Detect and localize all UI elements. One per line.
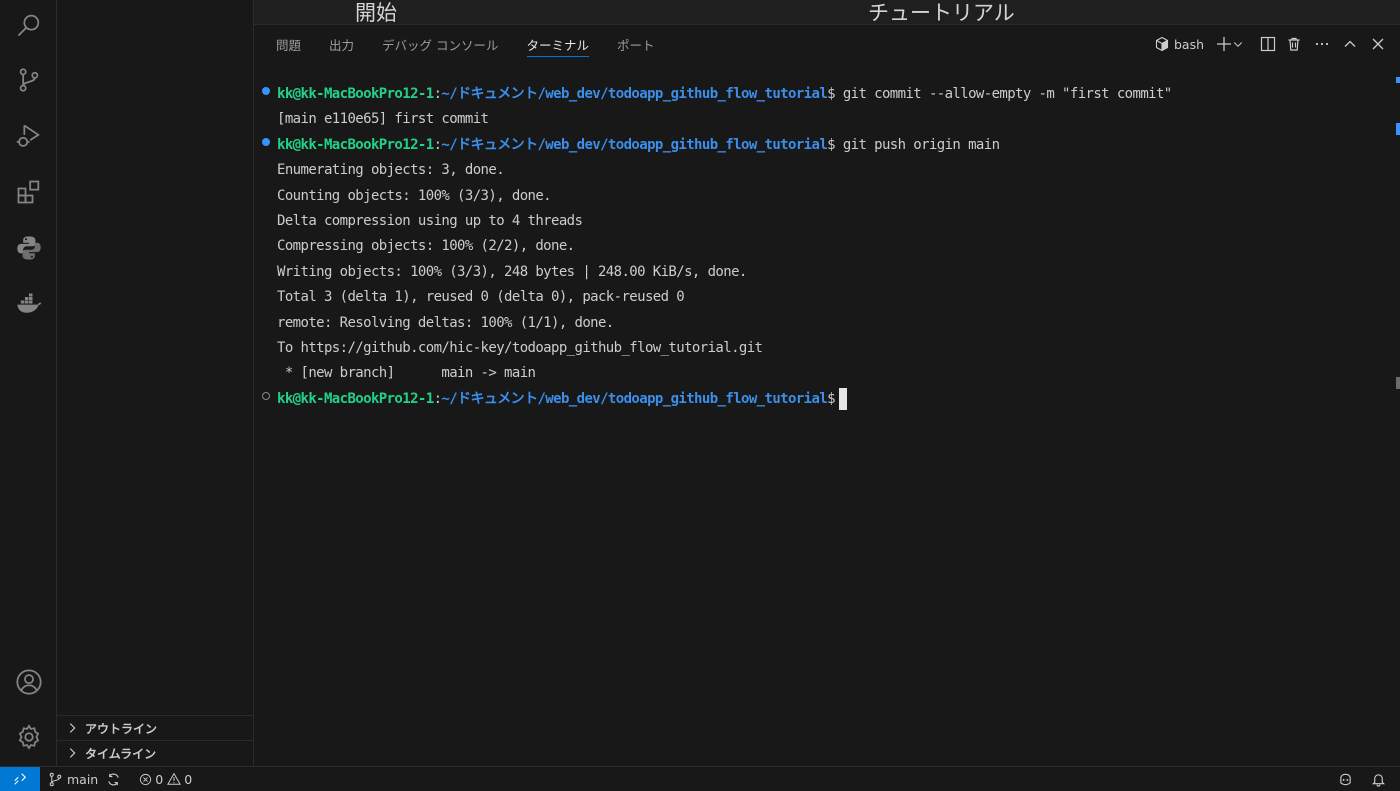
error-icon [140, 773, 152, 785]
terminal-line: kk@kk-MacBookPro12-1:~/ドキュメント/web_dev/to… [277, 133, 1000, 158]
copilot-button[interactable] [1338, 772, 1357, 787]
terminal-line: To https://github.com/hic-key/todoapp_gi… [277, 340, 763, 356]
copilot-icon [1340, 773, 1351, 786]
terminal-line: Enumerating objects: 3, done. [277, 162, 505, 179]
terminal-line: [main e110e65] first commit [277, 111, 489, 128]
scrollbar-marker [1396, 377, 1400, 389]
terminal-line: * [new branch] main -> main [277, 365, 536, 382]
terminal-line: remote: Resolving deltas: 100% (1/1), do… [277, 314, 614, 331]
launch-profile-dropdown[interactable] [1232, 33, 1244, 55]
branch-indicator[interactable]: main [48, 772, 98, 787]
timeline-section-header[interactable]: タイムライン [57, 740, 253, 765]
prompt-path: ~/ドキュメント/web_dev/todoapp_github_flow_tut… [441, 86, 828, 102]
kill-terminal-button[interactable] [1286, 33, 1302, 55]
command-success-decoration[interactable] [262, 138, 270, 146]
bottom-panel: 問題 出力 デバッグ コンソール ターミナル ポート bash kk@kk-Ma… [254, 24, 1400, 766]
tab-terminal[interactable]: ターミナル [526, 25, 589, 63]
manage-gear-icon[interactable] [0, 715, 57, 759]
editor-area: 開始 チュートリアル [254, 0, 1400, 24]
prompt-dollar: $ [827, 136, 835, 153]
prompt-user: kk@kk-MacBookPro12-1 [277, 86, 434, 102]
terminal-cube-icon [1155, 36, 1169, 52]
tab-debug-console[interactable]: デバッグ コンソール [382, 25, 498, 63]
command-pending-decoration[interactable] [262, 392, 270, 400]
terminal-output[interactable]: kk@kk-MacBookPro12-1:~/ドキュメント/web_dev/to… [254, 82, 1384, 752]
command-text: git commit --allow-empty -m "first commi… [835, 86, 1172, 102]
terminal-selector[interactable]: bash [1154, 33, 1204, 55]
prompt-dollar: $ [827, 86, 835, 102]
panel-tabs: 問題 出力 デバッグ コンソール ターミナル ポート [254, 25, 683, 63]
notifications-button[interactable] [1371, 772, 1390, 787]
terminal-line: Writing objects: 100% (3/3), 248 bytes |… [277, 263, 747, 280]
terminal-line: Delta compression using up to 4 threads [277, 213, 583, 229]
panel-actions: bash [1148, 25, 1386, 63]
problems-indicator[interactable]: 0 0 [139, 772, 192, 787]
status-bar: main 0 0 [0, 766, 1400, 791]
terminal-name: bash [1173, 36, 1204, 52]
close-icon [1372, 38, 1384, 50]
outline-section-header[interactable]: アウトライン [57, 715, 253, 740]
tab-output[interactable]: 出力 [329, 25, 354, 63]
remote-icon [14, 773, 27, 785]
command-text: git push origin main [835, 136, 1000, 153]
sync-icon [108, 773, 119, 785]
chevron-up-icon [1344, 40, 1356, 47]
command-success-decoration[interactable] [262, 87, 270, 95]
warning-icon [167, 772, 182, 785]
chevron-right-icon [69, 723, 76, 733]
terminal-line: Total 3 (delta 1), reused 0 (delta 0), p… [277, 289, 685, 306]
terminal-cursor [839, 387, 847, 410]
activity-bar [0, 0, 57, 766]
terminal-line: kk@kk-MacBookPro12-1:~/ドキュメント/web_dev/to… [277, 387, 847, 412]
maximize-panel-button[interactable] [1342, 33, 1358, 55]
terminal-line: Compressing objects: 100% (2/2), done. [277, 238, 575, 255]
search-icon[interactable] [0, 3, 57, 47]
prompt-dollar: $ [827, 390, 835, 407]
sync-button[interactable] [106, 772, 125, 787]
editor-heading-start: 開始 [355, 1, 397, 24]
more-actions-button[interactable] [1314, 33, 1330, 55]
split-icon [1260, 36, 1276, 52]
scrollbar-marker [1396, 123, 1400, 135]
editor-heading-tutorial: チュートリアル [868, 1, 1015, 24]
close-panel-button[interactable] [1370, 33, 1386, 55]
tab-ports[interactable]: ポート [617, 25, 655, 63]
prompt-user: kk@kk-MacBookPro12-1 [277, 390, 434, 407]
prompt-path: ~/ドキュメント/web_dev/todoapp_github_flow_tut… [441, 136, 828, 153]
outline-section-label: アウトライン [85, 721, 158, 736]
split-terminal-button[interactable] [1260, 33, 1276, 55]
plus-icon [1217, 37, 1231, 51]
new-terminal-button[interactable] [1216, 33, 1232, 55]
status-right [1324, 767, 1390, 791]
sidebar: アウトライン タイムライン [57, 0, 254, 766]
branch-name: main [67, 771, 99, 787]
docker-icon[interactable] [0, 282, 57, 326]
warning-count: 0 [184, 771, 193, 787]
remote-indicator[interactable] [0, 766, 40, 791]
accounts-icon[interactable] [0, 660, 57, 704]
chevron-down-icon [1233, 42, 1243, 47]
prompt-path: ~/ドキュメント/web_dev/todoapp_github_flow_tut… [441, 390, 828, 407]
extensions-icon[interactable] [0, 170, 57, 214]
prompt-user: kk@kk-MacBookPro12-1 [277, 136, 434, 153]
error-count: 0 [155, 771, 164, 787]
run-and-debug-icon[interactable] [0, 114, 57, 158]
git-branch-icon [49, 772, 62, 786]
scrollbar-marker [1396, 77, 1400, 83]
ellipsis-icon [1315, 42, 1329, 46]
terminal-line: kk@kk-MacBookPro12-1:~/ドキュメント/web_dev/to… [277, 82, 1172, 107]
timeline-section-label: タイムライン [85, 746, 157, 761]
trash-icon [1288, 37, 1300, 51]
chevron-right-icon [69, 748, 76, 758]
tab-problems[interactable]: 問題 [276, 25, 301, 63]
terminal-line: Counting objects: 100% (3/3), done. [277, 187, 552, 204]
python-icon[interactable] [0, 226, 57, 270]
source-control-icon[interactable] [0, 58, 57, 102]
bell-icon [1371, 774, 1386, 787]
